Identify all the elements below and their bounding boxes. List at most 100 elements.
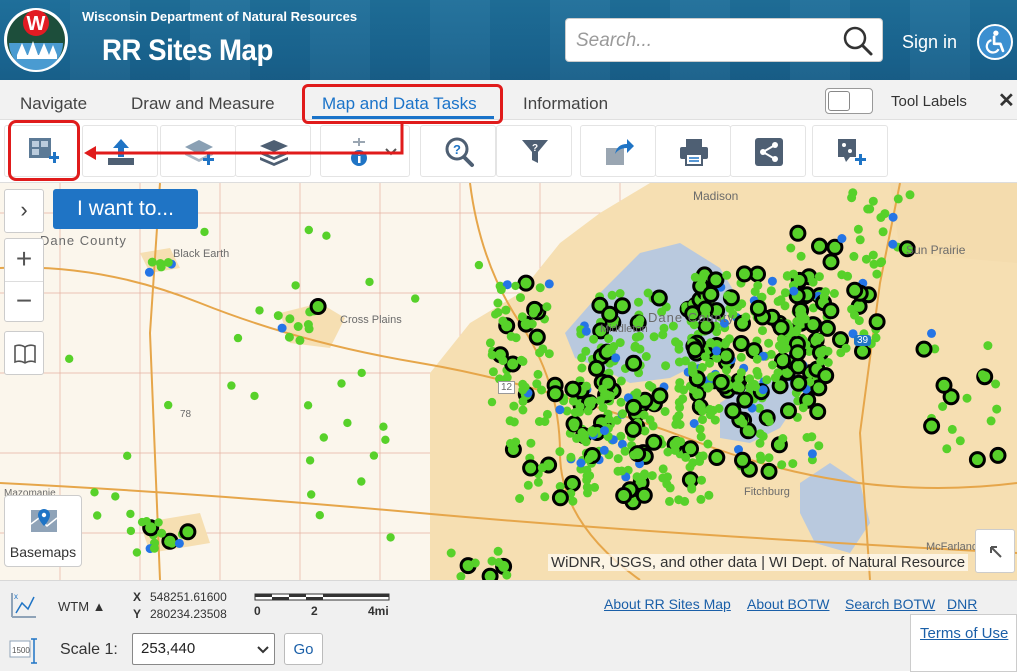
site-marker[interactable] <box>629 450 639 460</box>
site-marker[interactable] <box>687 484 697 494</box>
site-marker[interactable] <box>485 338 495 348</box>
site-marker-closed[interactable] <box>868 313 886 331</box>
site-marker[interactable] <box>674 397 684 407</box>
site-marker[interactable] <box>515 494 525 503</box>
site-marker[interactable] <box>647 471 657 481</box>
site-marker[interactable] <box>848 188 858 198</box>
site-marker[interactable] <box>488 367 498 377</box>
site-marker[interactable] <box>816 356 826 366</box>
site-marker[interactable] <box>764 416 774 426</box>
site-marker[interactable] <box>284 332 294 342</box>
site-marker-open[interactable] <box>576 458 586 468</box>
site-marker[interactable] <box>583 406 593 416</box>
site-marker[interactable] <box>293 322 303 331</box>
site-marker[interactable] <box>872 269 882 279</box>
site-marker[interactable] <box>788 459 798 469</box>
scale-select[interactable]: 253,440 <box>132 633 275 665</box>
site-marker[interactable] <box>978 370 987 380</box>
site-marker[interactable] <box>532 379 542 389</box>
site-marker[interactable] <box>854 316 864 326</box>
site-marker[interactable] <box>337 379 346 388</box>
site-marker[interactable] <box>649 332 659 342</box>
site-marker[interactable] <box>566 452 576 462</box>
site-marker-closed[interactable] <box>712 373 730 391</box>
site-marker[interactable] <box>780 288 790 298</box>
site-marker[interactable] <box>542 302 552 312</box>
site-marker[interactable] <box>814 441 824 451</box>
site-marker[interactable] <box>581 381 591 391</box>
basemaps-button[interactable]: Basemaps <box>4 495 82 567</box>
site-marker[interactable] <box>768 360 777 370</box>
site-marker[interactable] <box>704 382 714 392</box>
site-marker-open[interactable] <box>581 326 591 336</box>
site-marker-open[interactable] <box>888 239 898 249</box>
site-marker[interactable] <box>658 473 668 483</box>
site-marker-closed[interactable] <box>613 297 631 315</box>
site-marker[interactable] <box>665 483 675 493</box>
site-marker[interactable] <box>587 426 597 436</box>
site-marker-closed[interactable] <box>818 319 836 337</box>
site-marker[interactable] <box>755 451 765 461</box>
site-marker[interactable] <box>540 492 550 502</box>
site-marker[interactable] <box>156 262 166 272</box>
site-marker[interactable] <box>498 356 508 366</box>
site-marker[interactable] <box>837 270 847 280</box>
site-marker[interactable] <box>741 312 751 322</box>
site-marker-closed[interactable] <box>650 289 668 307</box>
add-widget-button[interactable] <box>812 125 888 177</box>
site-marker[interactable] <box>369 451 379 460</box>
site-marker[interactable] <box>796 251 806 261</box>
add-layer-button[interactable] <box>160 125 236 177</box>
projection-selector[interactable]: WTM ▲ <box>58 599 106 614</box>
site-marker-closed[interactable] <box>790 374 808 392</box>
site-marker[interactable] <box>595 396 605 406</box>
site-marker-closed[interactable] <box>915 340 933 358</box>
site-marker[interactable] <box>807 432 817 442</box>
site-marker[interactable] <box>986 416 996 426</box>
site-marker[interactable] <box>379 422 388 431</box>
site-marker-closed[interactable] <box>923 417 941 435</box>
site-marker-closed[interactable] <box>817 367 835 385</box>
site-marker[interactable] <box>942 444 952 454</box>
site-marker[interactable] <box>307 490 316 499</box>
site-marker[interactable] <box>663 447 673 457</box>
site-marker[interactable] <box>696 494 706 504</box>
site-marker[interactable] <box>791 327 801 337</box>
site-marker-closed[interactable] <box>546 385 564 403</box>
site-marker[interactable] <box>847 304 857 314</box>
site-marker[interactable] <box>343 418 352 428</box>
site-marker[interactable] <box>491 310 500 319</box>
site-marker-closed[interactable] <box>789 357 807 375</box>
site-marker[interactable] <box>273 311 283 321</box>
site-marker[interactable] <box>365 277 374 287</box>
filter-button[interactable]: ? <box>496 125 572 177</box>
site-marker-open[interactable] <box>712 346 721 356</box>
site-marker[interactable] <box>688 368 698 378</box>
site-marker[interactable] <box>137 517 147 527</box>
site-marker[interactable] <box>819 345 829 355</box>
site-marker[interactable] <box>751 382 761 392</box>
zoom-in-button[interactable]: + <box>5 239 43 281</box>
site-marker[interactable] <box>752 366 762 376</box>
site-marker[interactable] <box>149 543 159 553</box>
site-marker-open[interactable] <box>789 286 799 296</box>
site-marker-closed[interactable] <box>588 359 605 377</box>
site-marker-closed[interactable] <box>989 446 1007 464</box>
site-marker[interactable] <box>660 407 670 416</box>
site-marker[interactable] <box>634 297 643 307</box>
site-marker[interactable] <box>674 357 684 367</box>
site-marker[interactable] <box>823 358 833 367</box>
site-marker[interactable] <box>535 283 545 293</box>
tab-navigate[interactable]: Navigate <box>20 94 87 114</box>
site-marker[interactable] <box>644 381 654 390</box>
site-marker[interactable] <box>841 343 851 353</box>
site-marker-closed[interactable] <box>645 433 663 451</box>
site-marker[interactable] <box>815 333 825 343</box>
site-marker-open[interactable] <box>174 538 184 548</box>
site-marker-closed[interactable] <box>822 253 840 271</box>
site-marker[interactable] <box>706 338 715 348</box>
upload-button[interactable] <box>82 125 158 177</box>
site-marker-closed[interactable] <box>481 567 499 580</box>
site-marker[interactable] <box>617 466 627 476</box>
site-marker[interactable] <box>381 435 390 444</box>
